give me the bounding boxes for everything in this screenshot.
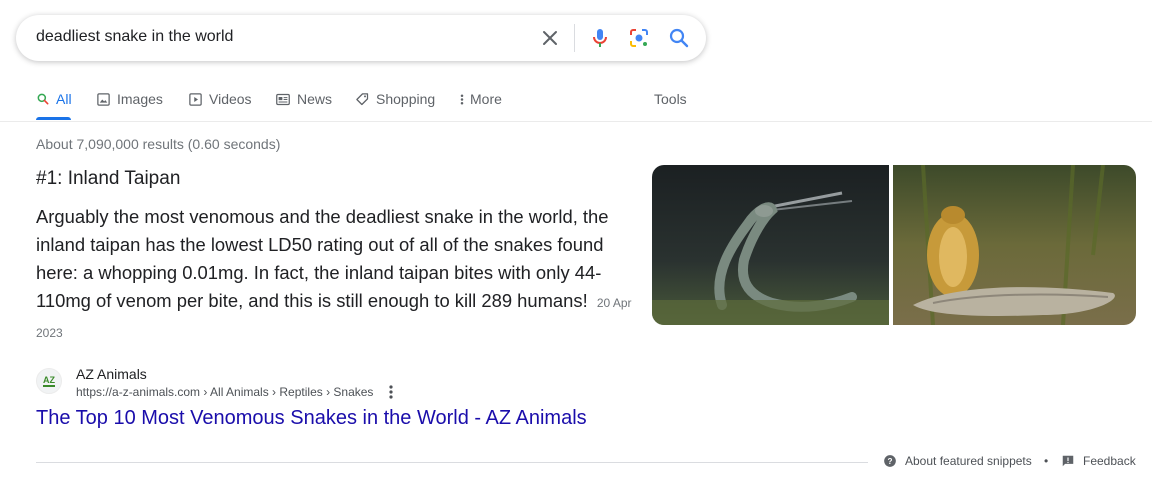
newspaper-icon [276, 93, 290, 105]
tools-button[interactable]: Tools [654, 84, 687, 114]
az-animals-logo-icon: AZ [43, 375, 55, 387]
tab-label: All [56, 91, 72, 107]
tabs-divider [0, 121, 1152, 122]
tools-label: Tools [654, 91, 687, 107]
active-tab-indicator [36, 117, 71, 120]
about-featured-snippets-link[interactable]: ? About featured snippets [883, 454, 1032, 468]
tab-label: Shopping [376, 91, 436, 107]
help-icon: ? [884, 455, 896, 467]
snippet-footer-divider [36, 462, 868, 463]
search-bar[interactable]: deadliest snake in the world [16, 15, 706, 61]
feedback-icon [1062, 455, 1074, 467]
about-label: About featured snippets [905, 454, 1032, 468]
svg-text:AZ: AZ [43, 375, 55, 385]
tab-all[interactable]: All [36, 84, 72, 114]
snippet-body: Arguably the most venomous and the deadl… [36, 203, 641, 347]
tag-icon [356, 92, 369, 105]
snippet-heading: #1: Inland Taipan [36, 168, 181, 189]
snake-image-cobra[interactable] [893, 165, 1136, 325]
tab-videos[interactable]: Videos [188, 84, 252, 114]
tab-images[interactable]: Images [96, 84, 163, 114]
feedback-link[interactable]: Feedback [1061, 454, 1136, 468]
site-favicon[interactable]: AZ [36, 368, 62, 394]
image-icon [97, 92, 110, 106]
footer-separator: • [1044, 454, 1049, 468]
search-icon[interactable] [667, 26, 691, 50]
tab-label: More [470, 91, 502, 107]
result-title-link[interactable]: The Top 10 Most Venomous Snakes in the W… [36, 407, 587, 430]
result-stats: About 7,090,000 results (0.60 seconds) [36, 136, 281, 152]
snippet-images [652, 165, 1136, 325]
more-vert-icon [460, 94, 464, 104]
svg-text:?: ? [888, 457, 893, 466]
play-icon [189, 92, 202, 106]
microphone-icon[interactable] [588, 26, 612, 50]
search-icon [37, 93, 49, 105]
site-url[interactable]: https://a-z-animals.com › All Animals › … [76, 385, 373, 399]
close-icon[interactable] [538, 26, 562, 50]
tab-label: News [297, 91, 333, 107]
search-input[interactable]: deadliest snake in the world [36, 28, 233, 46]
snippet-text: Arguably the most venomous and the deadl… [36, 206, 609, 311]
tab-more[interactable]: More [458, 84, 502, 114]
site-name[interactable]: AZ Animals [76, 366, 147, 382]
snake-image-spitting-cobra[interactable] [652, 165, 889, 325]
tab-news[interactable]: News [275, 84, 332, 114]
tab-label: Videos [209, 91, 252, 107]
tab-shopping[interactable]: Shopping [355, 84, 435, 114]
camera-lens-icon[interactable] [627, 26, 651, 50]
tab-label: Images [117, 91, 163, 107]
more-vert-icon[interactable] [384, 384, 398, 400]
search-divider [574, 24, 575, 52]
feedback-label: Feedback [1083, 454, 1136, 468]
